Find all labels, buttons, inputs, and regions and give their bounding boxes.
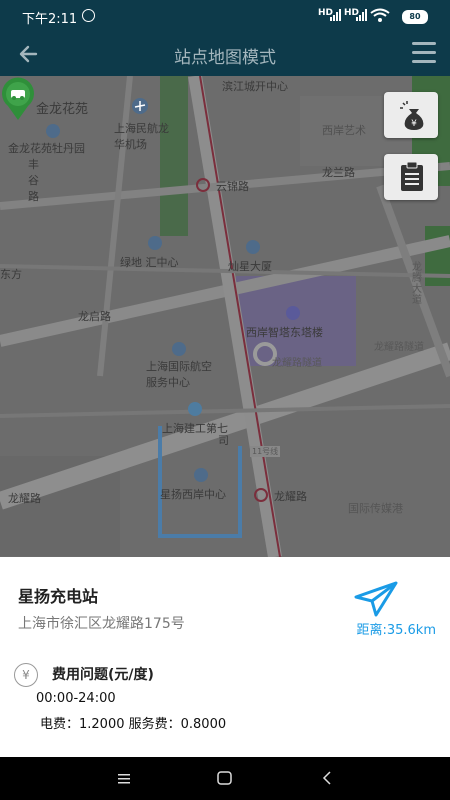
poi-marker bbox=[148, 236, 162, 250]
map-label: 丰谷路 bbox=[28, 158, 39, 203]
poi-marker bbox=[172, 342, 186, 356]
svg-text:¥: ¥ bbox=[411, 119, 417, 129]
airport-icon bbox=[132, 98, 148, 114]
page-title: 站点地图模式 bbox=[174, 48, 276, 68]
app-header: 站点地图模式 bbox=[0, 32, 450, 76]
map-label: 金龙花苑牡丹园 bbox=[8, 142, 85, 155]
signal-bars-icon bbox=[356, 9, 367, 21]
map-label: 滨江城开中心 bbox=[222, 80, 288, 93]
map-label: 东方 bbox=[0, 268, 22, 281]
fee-detail: 电费：1.2000 服务费：0.8000 bbox=[40, 717, 227, 732]
map-view[interactable]: 滨江城开中心 金龙花苑 上海民航龙华机场 西岸艺术 金龙花苑牡丹园 丰谷路 云锦… bbox=[0, 76, 450, 557]
home-icon[interactable] bbox=[216, 767, 234, 789]
fee-time-range: 00:00-24:00 bbox=[36, 691, 116, 706]
map-label: 绿地 汇中心 bbox=[120, 256, 179, 269]
system-nav-bar bbox=[0, 757, 450, 800]
signal-bars-icon bbox=[330, 9, 341, 21]
map-label: 星扬西岸中心 bbox=[160, 488, 226, 501]
station-address: 上海市徐汇区龙耀路175号 bbox=[18, 616, 185, 632]
map-label: 龙耀路隧道 bbox=[272, 358, 322, 369]
map-label: 龙腾大道 bbox=[412, 262, 422, 306]
clipboard-icon bbox=[401, 162, 423, 191]
yen-icon: ¥ bbox=[14, 663, 38, 687]
list-tool-button[interactable] bbox=[384, 154, 438, 200]
battery-icon: 80 bbox=[402, 10, 428, 24]
station-name: 星扬充电站 bbox=[18, 587, 99, 606]
poi-marker bbox=[286, 306, 300, 320]
map-label: 西岸智塔东塔楼 bbox=[246, 326, 323, 339]
map-label: 龙启路 bbox=[78, 310, 111, 323]
poi-marker bbox=[188, 402, 202, 416]
fee-title: 费用问题(元/度) bbox=[52, 667, 154, 683]
map-label: 灿星大厦 bbox=[228, 260, 272, 273]
charging-station-pin-icon[interactable] bbox=[0, 76, 36, 122]
map-label: 龙兰路 bbox=[322, 166, 355, 179]
poi-marker bbox=[194, 468, 208, 482]
map-label: 龙耀路 bbox=[8, 492, 41, 505]
map-label: 龙耀路隧道 bbox=[374, 342, 424, 353]
map-label: 龙耀路 bbox=[274, 490, 307, 503]
metro-icon bbox=[254, 488, 268, 502]
map-label: 西岸艺术 bbox=[322, 124, 366, 137]
fee-tool-button[interactable]: ¥ bbox=[384, 92, 438, 138]
recent-apps-icon[interactable] bbox=[116, 767, 132, 789]
map-label: 上海国际航空服务中心 bbox=[146, 360, 212, 389]
navigate-icon[interactable] bbox=[352, 581, 398, 617]
map-label: 司 bbox=[218, 434, 229, 447]
metro-icon bbox=[196, 178, 210, 192]
metro-line-label: 11号线 bbox=[250, 446, 281, 457]
map-label: 上海民航龙华机场 bbox=[114, 122, 169, 151]
alarm-icon bbox=[82, 9, 95, 22]
map-label: 国际传媒港 bbox=[348, 502, 403, 515]
map-label: 金龙花苑 bbox=[36, 102, 89, 117]
money-bag-icon: ¥ bbox=[400, 101, 424, 130]
poi-marker bbox=[246, 240, 260, 254]
status-bar: 下午2:11 HD HD 80 bbox=[0, 0, 450, 32]
station-distance: 距离:35.6km bbox=[356, 623, 436, 638]
map-label: 云锦路 bbox=[216, 180, 249, 193]
status-time: 下午2:11 bbox=[22, 12, 78, 27]
menu-icon[interactable] bbox=[412, 42, 436, 64]
station-info-panel: 星扬充电站 上海市徐汇区龙耀路175号 距离:35.6km ¥ 费用问题(元/度… bbox=[0, 557, 450, 757]
back-icon[interactable] bbox=[320, 767, 336, 789]
wifi-icon bbox=[370, 8, 390, 22]
poi-marker bbox=[46, 124, 60, 138]
